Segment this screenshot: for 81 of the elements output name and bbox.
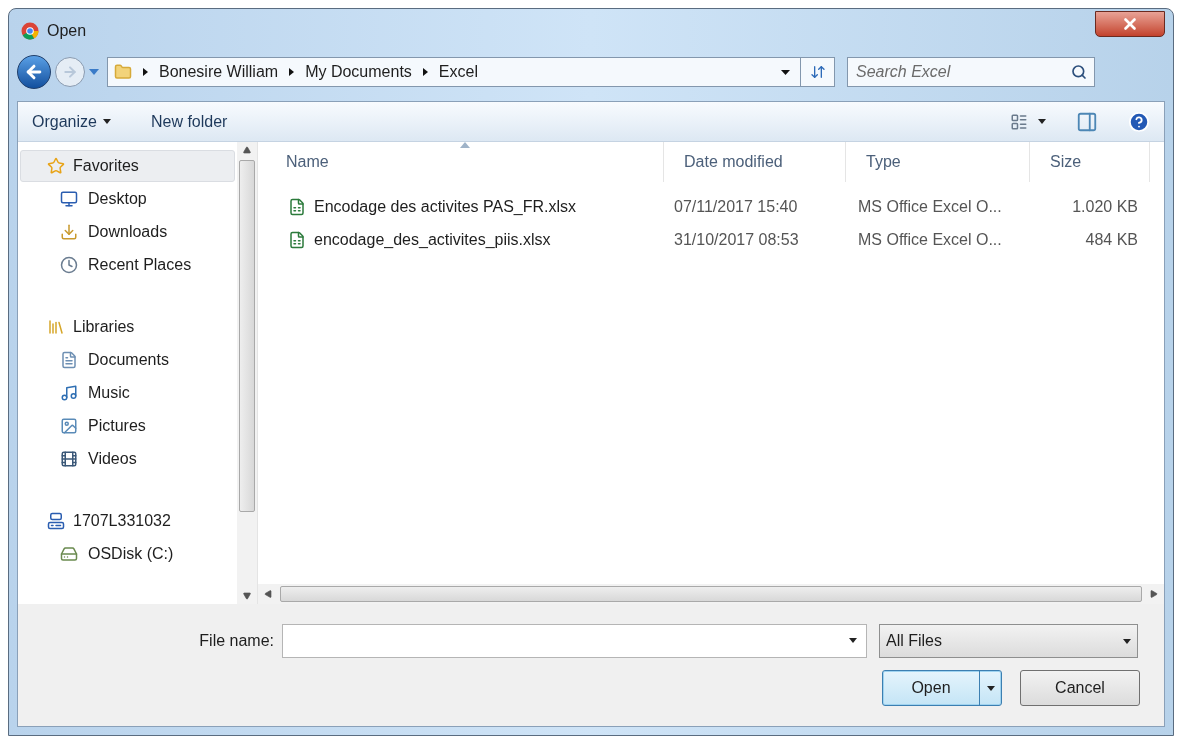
close-button[interactable] (1095, 11, 1165, 37)
scroll-right-icon (1150, 590, 1158, 598)
nav-group-header[interactable]: Favorites (20, 150, 235, 182)
nav-group-header[interactable]: 1707L331032 (20, 505, 235, 537)
caret-icon (1038, 119, 1046, 124)
arrow-right-icon (62, 64, 78, 80)
caret-icon (986, 685, 995, 691)
help-icon[interactable] (1128, 110, 1150, 133)
computer-icon (47, 512, 65, 530)
file-row[interactable]: Encodage des activites PAS_FR.xlsx 07/11/2017 15:40 MS Office Excel O... 1.020 KB (266, 190, 1164, 223)
new-folder-button[interactable]: New folder (150, 109, 228, 134)
table-cell-text: 07/11/2017 15:40 (673, 196, 799, 217)
file-name-label: File name: (198, 631, 275, 651)
document-icon (60, 350, 78, 369)
caret-icon (102, 119, 111, 124)
app-logo-icon (21, 22, 39, 40)
details-view-icon (1010, 112, 1028, 131)
monitor-icon (60, 189, 78, 208)
history-caret-icon (89, 69, 99, 75)
film-icon (60, 449, 78, 468)
window-title: Open (47, 21, 87, 41)
folder-icon (114, 63, 132, 81)
nav-item[interactable]: Desktop (20, 182, 235, 215)
column-header[interactable]: Date modified (664, 142, 846, 182)
column-header[interactable]: Size (1030, 142, 1150, 182)
scroll-left-icon (264, 590, 272, 598)
column-header[interactable]: Name (266, 142, 664, 182)
table-cell-text: MS Office Excel O... (857, 229, 1003, 250)
horizontal-scrollbar[interactable] (258, 584, 1164, 604)
nav-group-header[interactable]: Libraries (20, 311, 235, 343)
file-type-select[interactable]: All Files (879, 624, 1138, 658)
breadcrumb[interactable]: My Documents (305, 60, 412, 84)
nav-item[interactable]: Recent Places (20, 248, 235, 281)
star-icon (47, 157, 65, 175)
library-icon (47, 318, 65, 336)
refresh-arrows-icon (809, 64, 826, 80)
table-cell-text: 1.020 KB (1071, 196, 1139, 217)
nav-item[interactable]: Music (20, 376, 235, 409)
organize-button[interactable]: Organize (32, 109, 111, 134)
address-bar[interactable]: Bonesire William My Documents Excel (107, 57, 835, 87)
open-split-button[interactable]: Open (882, 670, 1002, 706)
back-button[interactable] (17, 55, 51, 89)
caret-icon (849, 638, 857, 643)
table-cell-text: 484 KB (1084, 229, 1139, 250)
breadcrumb-arrow-icon (422, 68, 428, 76)
table-cell-text: 31/10/2017 08:53 (673, 229, 800, 250)
spreadsheet-file-icon (288, 230, 306, 249)
scrollbar-thumb[interactable] (280, 586, 1142, 602)
nav-item[interactable]: OSDisk (C:) (20, 537, 235, 570)
music-note-icon (60, 383, 78, 402)
spreadsheet-file-icon (288, 197, 306, 216)
preview-pane-icon[interactable] (1076, 110, 1098, 133)
close-icon (1121, 15, 1139, 33)
search-field[interactable]: Search Excel (847, 57, 1095, 87)
table-cell-text: MS Office Excel O... (857, 196, 1003, 217)
breadcrumb[interactable]: Excel (438, 60, 478, 84)
scrollbar-thumb[interactable] (239, 160, 255, 512)
breadcrumb-arrow-icon (289, 68, 295, 76)
nav-item[interactable]: Downloads (20, 215, 235, 248)
sort-arrow-icon (459, 142, 470, 148)
caret-icon (1123, 638, 1131, 644)
scroll-down-icon (243, 592, 251, 600)
cancel-button[interactable]: Cancel (1020, 670, 1140, 706)
dropdown-caret-icon (781, 69, 790, 75)
picture-icon (60, 416, 78, 435)
nav-item[interactable]: Pictures (20, 409, 235, 442)
scroll-up-icon (243, 146, 251, 154)
vertical-scrollbar[interactable] (237, 142, 257, 604)
column-header[interactable]: Type (846, 142, 1030, 182)
breadcrumb[interactable]: Bonesire William (159, 60, 279, 84)
file-name: Encodage des activites PAS_FR.xlsx (314, 196, 577, 217)
nav-item[interactable]: Documents (20, 343, 235, 376)
file-row[interactable]: encodage_des_activites_piis.xlsx 31/10/2017 08:53 MS Office Excel O... 484 KB (266, 223, 1164, 256)
file-name: encodage_des_activites_piis.xlsx (314, 229, 551, 250)
download-icon (60, 222, 78, 241)
breadcrumb-arrow-icon (143, 68, 148, 76)
file-name-field[interactable] (282, 624, 867, 658)
nav-item[interactable]: Videos (20, 442, 235, 475)
view-options-button[interactable] (1010, 112, 1046, 131)
search-icon (1071, 64, 1087, 80)
clock-icon (60, 255, 78, 274)
